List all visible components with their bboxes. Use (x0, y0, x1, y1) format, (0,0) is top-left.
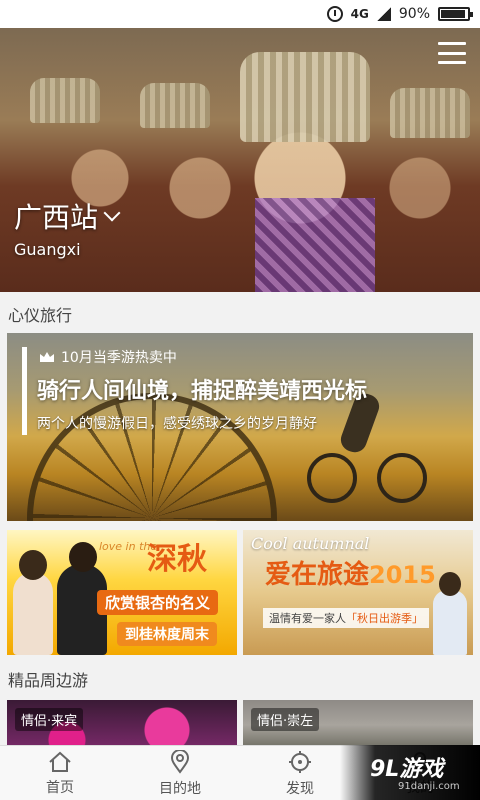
section-title-nearby: 精品周边游 (8, 671, 89, 690)
menu-button[interactable] (438, 42, 466, 64)
home-icon (49, 751, 71, 772)
hero-photo-headdress (140, 83, 210, 128)
menu-icon (438, 42, 466, 45)
featured-tag-text: 10月当季游热卖中 (61, 350, 177, 366)
city-name-en: Guangxi (14, 240, 81, 259)
nav-label: 发现 (286, 780, 314, 797)
nearby-trip-card[interactable]: 情侣·来宾 (7, 700, 237, 750)
crown-icon (39, 351, 55, 363)
nav-label: 目的地 (159, 780, 201, 797)
battery-icon (438, 7, 473, 21)
nav-label: 首页 (46, 779, 74, 796)
alarm-icon (326, 6, 343, 22)
nav-item-destination[interactable]: 目的地 (120, 746, 240, 800)
accent-bar (22, 347, 27, 435)
featured-subline: 两个人的慢游假日，感受绣球之乡的岁月静好 (37, 416, 317, 432)
signal-icon (376, 7, 391, 21)
battery-percent: 90% (398, 6, 430, 22)
featured-tag: 10月当季游热卖中 (39, 347, 177, 367)
hero-photo-headdress (240, 52, 370, 142)
watermark-brand: 9L游戏 (370, 757, 444, 782)
promo-en-text: Cool autumnal (251, 534, 370, 553)
nearby-trip-card[interactable]: 情侣·崇左 (243, 700, 473, 750)
promo-band: 到桂林度周末 (117, 622, 217, 646)
featured-trip-card[interactable]: 10月当季游热卖中 骑行人间仙境，捕捉醉美靖西光标 两个人的慢游假日，感受绣球之… (7, 333, 473, 521)
hero-photo-robe (255, 198, 375, 292)
promo-title: 深秋 (147, 542, 207, 577)
compass-icon (289, 750, 311, 773)
status-bar: 4G 90% (0, 0, 480, 28)
chevron-down-icon (103, 204, 121, 222)
network-type: 4G (350, 7, 369, 21)
site-watermark: 9L游戏 91danji.com (340, 745, 480, 800)
nearby-trip-label: 情侣·崇左 (251, 708, 320, 731)
city-selector[interactable]: 广西站 (14, 196, 121, 236)
watermark-site: 91danji.com (398, 781, 460, 792)
city-name: 广西站 (14, 201, 99, 234)
promo-band: 温情有爱一家人「秋日出游季」 (263, 608, 429, 628)
nav-item-home[interactable]: 首页 (0, 746, 120, 800)
hero-photo-headdress (30, 78, 100, 123)
hero-photo-headdress (390, 88, 470, 138)
promo-person-image (433, 572, 467, 655)
promo-banner-autumn-guilin[interactable]: love in the 深秋 欣赏银杏的名义 到桂林度周末 (7, 530, 237, 655)
promo-title: 爱在旅途2015 (265, 560, 436, 590)
promo-banner-love-travel[interactable]: Cool autumnal 爱在旅途2015 温情有爱一家人「秋日出游季」 (243, 530, 473, 655)
hero-banner[interactable]: 广西站 Guangxi (0, 28, 480, 292)
section-title-featured: 心仪旅行 (8, 306, 73, 325)
location-pin-icon (170, 749, 190, 774)
featured-headline: 骑行人间仙境，捕捉醉美靖西光标 (37, 379, 368, 404)
promo-band: 欣赏银杏的名义 (97, 590, 219, 615)
nearby-trip-label: 情侣·来宾 (15, 708, 84, 731)
